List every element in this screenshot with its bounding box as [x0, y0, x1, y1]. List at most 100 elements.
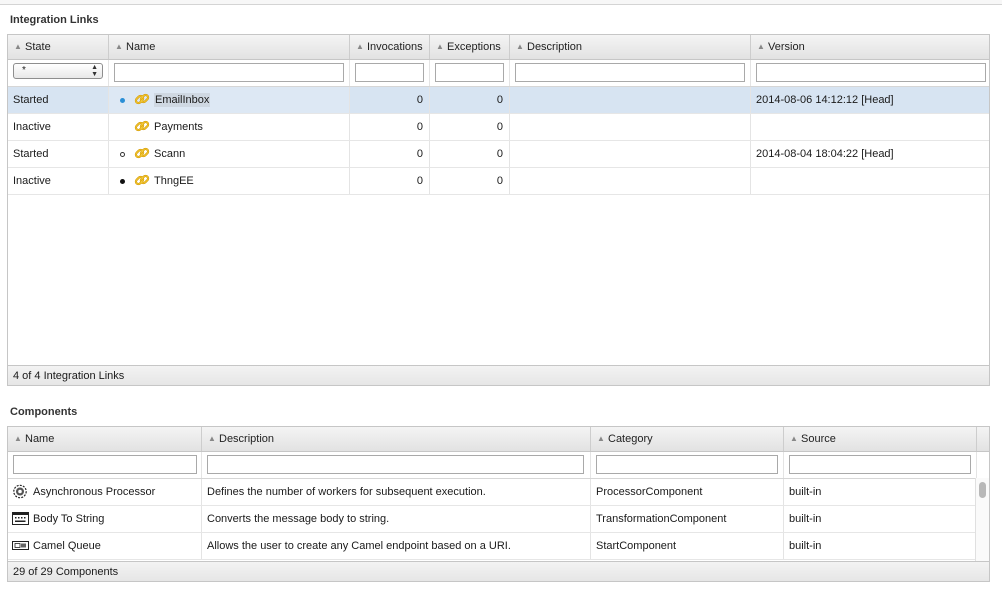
sort-updown-icon: ▲	[516, 42, 524, 51]
sort-updown-icon: ▲	[757, 42, 765, 51]
table-row[interactable]: Started Scann 0 0 2014-08-04 18:04:22 [H…	[8, 141, 989, 168]
name-cell: Payments	[109, 114, 350, 140]
column-header-invocations[interactable]: ▲ Invocations	[350, 35, 430, 59]
terminal-icon	[12, 512, 29, 525]
description-filter-input[interactable]	[515, 63, 745, 82]
component-description-cell: Converts the message body to string.	[202, 506, 591, 532]
filter-row: * ▲ ▼	[8, 60, 989, 87]
table-row[interactable]: Camel Queue Allows the user to create an…	[8, 533, 977, 560]
sort-ascending-icon: ▲	[115, 42, 123, 51]
exceptions-filter-input[interactable]	[435, 63, 504, 82]
component-source-cell: built-in	[784, 506, 977, 532]
component-category-cell: TransformationComponent	[591, 506, 784, 532]
link-name: Scann	[154, 148, 186, 160]
table-row[interactable]: Inactive Payments 0 0	[8, 114, 989, 141]
sort-ascending-icon: ▲	[14, 434, 22, 443]
description-cell	[510, 168, 751, 194]
version-filter-input[interactable]	[756, 63, 986, 82]
queue-icon	[12, 541, 29, 550]
column-header-exceptions[interactable]: ▲ Exceptions	[430, 35, 510, 59]
component-category-cell: ProcessorComponent	[591, 479, 784, 505]
state-cell: Inactive	[8, 168, 109, 194]
state-cell: Started	[8, 141, 109, 167]
sort-updown-icon: ▲	[14, 42, 22, 51]
link-name: ThngEE	[154, 175, 194, 187]
version-cell: 2014-08-06 14:12:12 [Head]	[756, 94, 894, 106]
component-category-filter-input[interactable]	[596, 455, 778, 474]
invocations-cell: 0	[350, 141, 430, 167]
integration-links-title: Integration Links	[10, 14, 99, 26]
integration-links-table: ▲ State ▲ Name ▲ Invocations ▲ Exceptions ▲ D…	[7, 34, 990, 386]
component-description-cell: Defines the number of workers for subseq…	[202, 479, 591, 505]
components-title: Components	[10, 406, 78, 418]
component-source-filter-input[interactable]	[789, 455, 971, 474]
chain-link-icon	[134, 174, 150, 186]
sort-ascending-icon: ▲	[790, 434, 798, 443]
scrollbar-thumb[interactable]	[979, 482, 986, 498]
column-header-description[interactable]: ▲ Description	[202, 427, 591, 451]
invocations-cell: 0	[350, 168, 430, 194]
version-cell	[751, 114, 989, 140]
column-header-category[interactable]: ▲ Category	[591, 427, 784, 451]
link-name: EmailInbox	[154, 93, 211, 107]
table-header: ▲ Name ▲ Description ▲ Category ▲ Source	[8, 427, 989, 452]
table-row[interactable]: Asynchronous Processor Defines the numbe…	[8, 479, 977, 506]
components-scrollbar[interactable]	[975, 478, 989, 562]
version-cell: 2014-08-04 18:04:22 [Head]	[756, 148, 894, 160]
exceptions-cell: 0	[430, 141, 510, 167]
filter-row	[8, 452, 989, 479]
components-table: ▲ Name ▲ Description ▲ Category ▲ Source Asy…	[7, 426, 990, 582]
sort-updown-icon: ▲	[597, 434, 605, 443]
table-row[interactable]: Body To String Converts the message body…	[8, 506, 977, 533]
column-header-description[interactable]: ▲ Description	[510, 35, 751, 59]
components-footer: 29 of 29 Components	[8, 561, 989, 581]
status-dot-icon	[120, 179, 125, 184]
name-cell: ThngEE	[109, 168, 350, 194]
sort-updown-icon: ▲	[208, 434, 216, 443]
component-description-filter-input[interactable]	[207, 455, 584, 474]
column-header-source[interactable]: ▲ Source	[784, 427, 977, 451]
version-cell	[751, 168, 989, 194]
state-cell: Started	[8, 87, 109, 113]
sort-updown-icon: ▲	[436, 42, 444, 51]
description-cell	[510, 114, 751, 140]
invocations-cell: 0	[350, 87, 430, 113]
exceptions-cell: 0	[430, 87, 510, 113]
component-name-cell: Body To String	[8, 506, 202, 532]
column-header-name[interactable]: ▲ Name	[109, 35, 350, 59]
sort-updown-icon: ▲	[356, 42, 364, 51]
exceptions-cell: 0	[430, 168, 510, 194]
top-border	[0, 0, 1002, 5]
status-dot-icon	[120, 152, 125, 157]
column-header-name[interactable]: ▲ Name	[8, 427, 202, 451]
exceptions-cell: 0	[430, 114, 510, 140]
component-source-cell: built-in	[784, 533, 977, 559]
table-row[interactable]: Started EmailInbox 0 0 2014-08-06 14:12:…	[8, 87, 989, 114]
component-name-cell: Camel Queue	[8, 533, 202, 559]
integration-links-footer: 4 of 4 Integration Links	[8, 365, 989, 385]
state-filter-cell: * ▲ ▼	[8, 60, 109, 86]
invocations-cell: 0	[350, 114, 430, 140]
component-name-cell: Asynchronous Processor	[8, 479, 202, 505]
link-name: Payments	[154, 121, 203, 133]
column-header-state[interactable]: ▲ State	[8, 35, 109, 59]
gear-icon	[13, 484, 27, 499]
state-filter-select[interactable]: * ▲ ▼	[13, 63, 103, 79]
select-arrows-icon: ▲ ▼	[91, 64, 98, 78]
chain-link-icon	[134, 93, 150, 105]
name-filter-input[interactable]	[114, 63, 344, 82]
name-cell: EmailInbox	[109, 87, 350, 113]
description-cell	[510, 141, 751, 167]
column-header-version[interactable]: ▲ Version	[751, 35, 989, 59]
status-dot-icon	[120, 98, 125, 103]
component-name-filter-input[interactable]	[13, 455, 197, 474]
state-cell: Inactive	[8, 114, 109, 140]
chain-link-icon	[134, 147, 150, 159]
chain-link-icon	[134, 120, 150, 132]
table-header: ▲ State ▲ Name ▲ Invocations ▲ Exceptions ▲ D…	[8, 35, 989, 60]
component-description-cell: Allows the user to create any Camel endp…	[202, 533, 591, 559]
component-category-cell: StartComponent	[591, 533, 784, 559]
invocations-filter-input[interactable]	[355, 63, 424, 82]
table-row[interactable]: Inactive ThngEE 0 0	[8, 168, 989, 195]
component-source-cell: built-in	[784, 479, 977, 505]
